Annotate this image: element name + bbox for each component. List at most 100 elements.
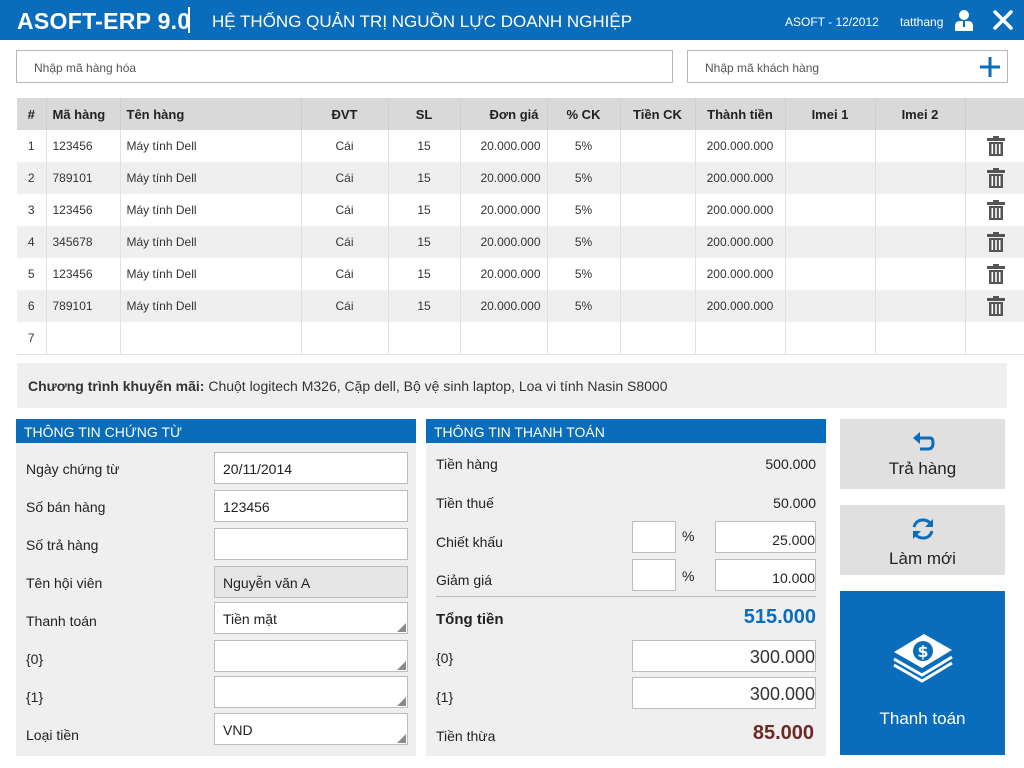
cell-imei2 — [875, 290, 966, 322]
table-row[interactable]: 5 123456 Máy tính Dell Cái 15 20.000.000 5% 200… — [17, 258, 1024, 290]
refresh-button[interactable]: Làm mới — [840, 505, 1005, 575]
pos-screen: ASOFT-ERP 9.0 HỆ THỐNG QUẢN TRỊ NGUỒN LỰ… — [0, 0, 1024, 768]
trash-icon[interactable] — [987, 200, 1005, 220]
custom-field-1-label: {1} — [26, 689, 44, 705]
reduction-amount-input[interactable]: 10.000 — [715, 559, 816, 591]
custom-field-0-label: {0} — [26, 651, 44, 667]
table-row[interactable]: 1 123456 Máy tính Dell Cái 15 20.000.000 5% 200… — [17, 130, 1024, 162]
discount-percent-input[interactable] — [632, 521, 676, 553]
payment-method-select[interactable]: Tiền mặt — [214, 602, 408, 634]
custom-field-1-select[interactable] — [214, 676, 408, 708]
trash-icon[interactable] — [987, 264, 1005, 284]
sale-number-input[interactable]: 123456 — [214, 490, 408, 522]
col-header-discount-amount: Tiền CK — [620, 98, 696, 130]
cell-name: Máy tính Dell — [120, 130, 302, 162]
empty-cell — [46, 322, 121, 355]
trash-icon[interactable] — [987, 296, 1005, 316]
cell-unit: Cái — [301, 162, 389, 194]
cell-discount-pct: 5% — [547, 258, 621, 290]
reduction-percent-input[interactable] — [632, 559, 676, 591]
cell-name: Máy tính Dell — [120, 258, 302, 290]
undo-icon — [913, 432, 935, 451]
table-row-empty[interactable]: 7 — [17, 322, 1024, 355]
cell-delete — [965, 130, 1024, 162]
cell-price: 20.000.000 — [460, 258, 548, 290]
cell-no: 3 — [17, 194, 47, 226]
cell-qty: 15 — [388, 130, 461, 162]
discount-label: Chiết khấu — [436, 534, 503, 550]
change-label: Tiền thừa — [436, 728, 496, 744]
customer-code-input[interactable]: Nhập mã khách hàng — [687, 50, 1008, 83]
cell-total: 200.000.000 — [695, 258, 786, 290]
table-row[interactable]: 6 789101 Máy tính Dell Cái 15 20.000.000 5% 200… — [17, 290, 1024, 322]
cell-qty: 15 — [388, 290, 461, 322]
cell-code: 789101 — [46, 290, 121, 322]
return-number-input[interactable] — [214, 528, 408, 560]
checkout-button[interactable]: $ Thanh toán — [840, 591, 1005, 755]
checkout-label: Thanh toán — [879, 709, 966, 728]
pay-1-amount-input[interactable]: 300.000 — [632, 677, 816, 709]
cell-price: 20.000.000 — [460, 130, 548, 162]
username[interactable]: tatthang — [900, 15, 943, 29]
cell-discount-pct: 5% — [547, 226, 621, 258]
grand-total-value: 515.000 — [743, 606, 816, 628]
return-number-label: Số trả hàng — [26, 537, 99, 553]
product-code-input[interactable]: Nhập mã hàng hóa — [16, 50, 673, 83]
promotion-label: Chương trình khuyến mãi: — [28, 378, 205, 394]
dropdown-arrow-icon — [397, 661, 406, 670]
cell-code: 123456 — [46, 130, 121, 162]
currency-select[interactable]: VND — [214, 713, 408, 745]
custom-field-0-select[interactable] — [214, 640, 408, 672]
cell-discount-amount — [620, 226, 696, 258]
voucher-date-input[interactable]: 20/11/2014 — [214, 452, 408, 484]
trash-icon[interactable] — [987, 168, 1005, 188]
period-label: ASOFT - 12/2012 — [785, 15, 879, 29]
trash-icon[interactable] — [987, 136, 1005, 156]
svg-text:$: $ — [917, 642, 928, 661]
cell-no: 7 — [17, 322, 47, 355]
plus-icon[interactable] — [978, 55, 1002, 79]
money-icon: $ — [893, 634, 953, 683]
cell-qty: 15 — [388, 226, 461, 258]
return-goods-label: Trả hàng — [888, 459, 957, 478]
cell-name: Máy tính Dell — [120, 290, 302, 322]
dropdown-arrow-icon — [397, 697, 406, 706]
col-header-code: Mã hàng — [46, 98, 121, 130]
grand-total-label: Tổng tiền — [436, 611, 504, 628]
cell-qty: 15 — [388, 162, 461, 194]
cell-discount-amount — [620, 258, 696, 290]
payment-method-value: Tiền mặt — [223, 611, 277, 627]
dropdown-arrow-icon — [397, 623, 406, 632]
return-goods-button[interactable]: Trả hàng — [840, 419, 1005, 489]
tax-amount-value: 50.000 — [773, 495, 816, 511]
trash-icon[interactable] — [987, 232, 1005, 252]
cell-name: Máy tính Dell — [120, 162, 302, 194]
cell-discount-pct: 5% — [547, 290, 621, 322]
close-icon[interactable] — [992, 9, 1014, 31]
cell-imei1 — [785, 130, 876, 162]
payment-method-label: Thanh toán — [26, 613, 97, 629]
empty-cell — [301, 322, 389, 355]
cell-delete — [965, 194, 1024, 226]
cell-total: 200.000.000 — [695, 194, 786, 226]
voucher-panel-title: THÔNG TIN CHỨNG TỪ — [16, 419, 416, 443]
discount-amount-input[interactable]: 25.000 — [715, 521, 816, 553]
cell-unit: Cái — [301, 194, 389, 226]
pay-0-amount-input[interactable]: 300.000 — [632, 640, 816, 672]
refresh-icon — [912, 518, 934, 540]
discount-percent-sign: % — [682, 528, 695, 544]
cell-imei2 — [875, 162, 966, 194]
table-row[interactable]: 2 789101 Máy tính Dell Cái 15 20.000.000 5% 200… — [17, 162, 1024, 194]
cell-no: 6 — [17, 290, 47, 322]
cell-price: 20.000.000 — [460, 194, 548, 226]
cell-qty: 15 — [388, 194, 461, 226]
cell-no: 5 — [17, 258, 47, 290]
empty-cell — [460, 322, 548, 355]
total-divider — [436, 596, 816, 597]
table-row[interactable]: 3 123456 Máy tính Dell Cái 15 20.000.000 5% 200… — [17, 194, 1024, 226]
user-icon[interactable] — [954, 9, 974, 31]
table-row[interactable]: 4 345678 Máy tính Dell Cái 15 20.000.000 5% 200… — [17, 226, 1024, 258]
cell-total: 200.000.000 — [695, 226, 786, 258]
cell-discount-amount — [620, 290, 696, 322]
top-bar: ASOFT-ERP 9.0 HỆ THỐNG QUẢN TRỊ NGUỒN LỰ… — [0, 0, 1024, 40]
